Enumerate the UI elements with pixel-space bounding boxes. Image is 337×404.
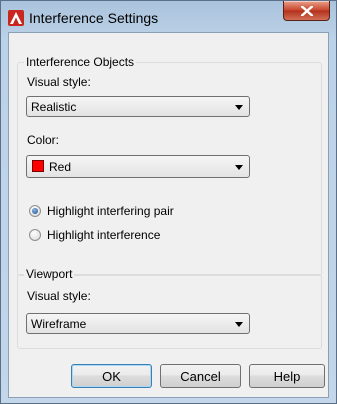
highlight-interfering-pair-label: Highlight interfering pair	[47, 204, 174, 218]
radio-button-unchecked[interactable]	[29, 229, 41, 241]
color-swatch-icon	[32, 160, 44, 172]
visual-style-dropdown[interactable]: Realistic	[26, 96, 250, 117]
chevron-down-icon	[235, 165, 243, 170]
viewport-visual-style-dropdown[interactable]: Wireframe	[26, 313, 250, 334]
dialog-client-area: Interference Objects Visual style: Reali…	[8, 32, 329, 398]
radio-button-checked[interactable]	[29, 205, 41, 217]
interference-objects-group: Interference Objects Visual style: Reali…	[17, 55, 322, 276]
close-button[interactable]	[283, 1, 330, 21]
color-value: Red	[49, 160, 72, 174]
chevron-down-icon	[235, 105, 243, 110]
title-bar[interactable]: Interference Settings	[1, 1, 336, 31]
group-title-viewport: Viewport	[24, 267, 75, 281]
dialog-window: Interference Settings Interference Objec…	[0, 0, 337, 404]
color-dropdown[interactable]: Red	[26, 155, 250, 178]
help-button[interactable]: Help	[249, 364, 325, 388]
viewport-group: Viewport Visual style: Wireframe	[17, 267, 322, 349]
ok-button[interactable]: OK	[71, 364, 152, 388]
cancel-button[interactable]: Cancel	[160, 364, 241, 388]
viewport-visual-style-label: Visual style:	[27, 289, 91, 303]
chevron-down-icon	[235, 322, 243, 327]
viewport-visual-style-value: Wireframe	[31, 317, 87, 331]
close-icon	[300, 5, 313, 16]
highlight-interference-label: Highlight interference	[47, 228, 161, 242]
visual-style-value: Realistic	[31, 100, 77, 114]
visual-style-label: Visual style:	[27, 75, 91, 89]
group-title-interference-objects: Interference Objects	[24, 55, 137, 69]
autocad-logo-icon	[8, 10, 24, 26]
color-label: Color:	[27, 133, 60, 147]
dialog-title: Interference Settings	[29, 10, 159, 26]
